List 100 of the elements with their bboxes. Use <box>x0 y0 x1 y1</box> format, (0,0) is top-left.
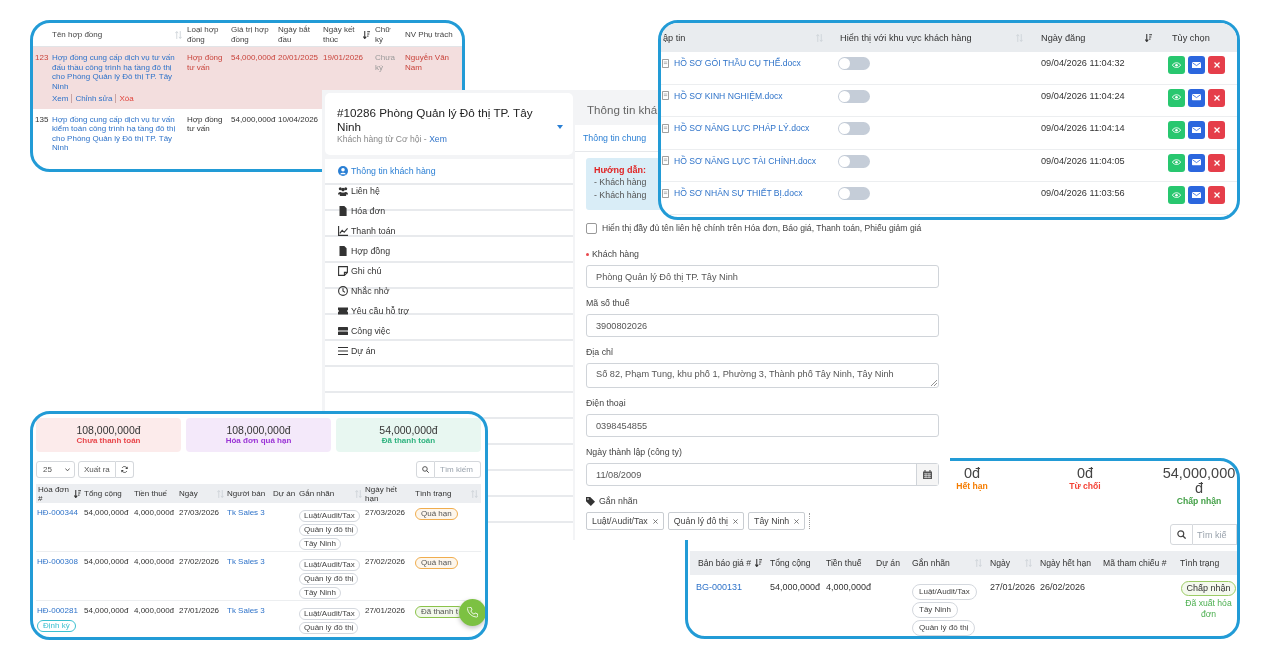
column-header: Ngày hết hạn <box>1040 558 1092 568</box>
status-badge: Quá hạn <box>415 557 458 569</box>
input-field[interactable]: Phòng Quản lý Đô thị TP. Tây Ninh <box>586 265 939 288</box>
textarea-field[interactable]: Số 82, Phạm Tung, khu phố 1, Phường 3, Thành phố Tây Ninh, Tây Ninh <box>586 363 939 388</box>
toggle-switch[interactable] <box>838 187 870 200</box>
sidebar-item[interactable]: Hợp đồng <box>325 245 391 257</box>
sort-icon[interactable] <box>74 489 81 498</box>
table-cell: 54,000,000đ <box>84 557 129 567</box>
search-field[interactable]: Tìm kiế <box>1193 524 1237 545</box>
sidebar-item[interactable]: Nhắc nhở <box>325 285 390 297</box>
search-button[interactable] <box>1170 524 1193 545</box>
contract-link[interactable]: Hợp đồng cung cấp dịch vụ tư vấn kiểm toán công trình hạ tầng đô thị cho Phòng Quản lý Đô thị TP. Tây Ninh <box>52 114 184 153</box>
sidebar-item[interactable]: Ghi chú <box>325 265 382 277</box>
column-header: Ngày bắt đầu <box>278 25 312 44</box>
column-header: Dự án <box>876 558 900 568</box>
email-button[interactable] <box>1188 121 1205 139</box>
email-button[interactable] <box>1188 153 1205 172</box>
column-header: Gắn nhãn <box>912 558 950 568</box>
seller-link[interactable]: Tk Sales 3 <box>227 508 265 518</box>
resize-handle-icon[interactable] <box>931 380 937 386</box>
date-field[interactable]: 11/08/2009 <box>586 463 939 486</box>
guide-title: Hướng dẫn: <box>594 164 646 176</box>
delete-button[interactable] <box>1208 56 1225 74</box>
checkbox-label: Hiển thị đầy đủ tên liên hệ chính trên Hóa đơn, Báo giá, Thanh toán, Phiếu giảm giá <box>602 223 922 233</box>
close-icon[interactable] <box>733 518 739 524</box>
toggle-switch[interactable] <box>838 122 870 135</box>
email-button[interactable] <box>1188 186 1205 204</box>
sidebar-item[interactable]: Liên hệ <box>325 185 380 197</box>
checkbox[interactable] <box>586 222 597 234</box>
email-button[interactable] <box>1188 56 1205 74</box>
file-link[interactable]: HỒ SƠ NĂNG LỰC PHÁP LÝ.docx <box>674 123 810 133</box>
column-header: Dự án <box>273 489 296 498</box>
action-link[interactable]: Xóa <box>119 94 134 104</box>
menu-lines-icon <box>338 346 348 356</box>
delete-button[interactable] <box>1208 88 1225 107</box>
quote-link[interactable]: BG-000131 <box>690 581 743 593</box>
toggle-switch[interactable] <box>838 154 870 168</box>
contract-link[interactable]: Hợp đồng cung cấp dịch vụ tư vấn đấu thầu công trình hạ tầng đô thị cho Phòng Quản lý Đô thị TP. Tây Ninh <box>52 53 184 91</box>
input-field[interactable]: 3900802026 <box>586 314 939 337</box>
status-badge: Quá hạn <box>415 508 458 520</box>
column-header: Loại hợp đồng <box>187 25 220 44</box>
file-link[interactable]: HỒ SƠ KINH NGHIỆM.docx <box>674 90 783 101</box>
sidebar-item[interactable]: Thanh toán <box>325 225 396 237</box>
file-link[interactable]: HỒ SƠ NHÂN SỰ THIẾT BỊ.docx <box>674 188 803 198</box>
file-link[interactable]: HỒ SƠ NĂNG LỰC TÀI CHÍNH.docx <box>674 155 817 166</box>
action-link[interactable]: Chỉnh sửa <box>75 94 113 104</box>
column-header: Ngày hết hạn <box>365 484 399 503</box>
invoice-link[interactable]: HĐ-000308 <box>37 557 78 567</box>
close-icon[interactable] <box>652 518 658 524</box>
table-cell-text: 20/01/2025 <box>278 53 320 63</box>
calendar-icon[interactable] <box>923 470 932 479</box>
field-label: Địa chỉ <box>586 346 613 358</box>
sidebar-item[interactable]: Dự án <box>325 345 376 357</box>
view-link[interactable]: Xem <box>429 134 447 144</box>
sidebar-item[interactable]: Công việc <box>325 325 391 337</box>
phone-button[interactable] <box>459 599 485 626</box>
toggle-switch[interactable] <box>838 57 870 70</box>
envelope-icon <box>1192 126 1201 134</box>
summary-label: Đã thanh toán <box>381 436 436 446</box>
email-button[interactable] <box>1188 88 1205 107</box>
delete-button[interactable] <box>1208 121 1225 139</box>
column-header: Mã tham chiếu # <box>1103 558 1167 568</box>
export-button[interactable]: Xuất ra <box>78 461 116 478</box>
invoice-link[interactable]: HĐ-000344 <box>37 508 78 518</box>
column-header: Hóa đơn # <box>38 484 71 503</box>
sidebar-item[interactable]: Yêu cầu hỗ trợ <box>325 305 410 317</box>
sidebar-item[interactable]: Thông tin khách hàng <box>325 165 436 177</box>
close-icon[interactable] <box>794 518 800 524</box>
page-size-select[interactable]: 25 <box>36 461 75 478</box>
sort-icon[interactable] <box>755 559 762 567</box>
table-cell-text: 19/01/2026 <box>323 53 365 63</box>
file-icon <box>662 123 669 133</box>
tab[interactable]: Thông tin chung <box>583 125 647 151</box>
seller-link[interactable]: Tk Sales 3 <box>227 606 265 616</box>
search-button[interactable] <box>416 461 435 478</box>
sidebar-item[interactable]: Hóa đơn <box>325 205 386 217</box>
toggle-switch[interactable] <box>838 89 870 103</box>
refresh-button[interactable] <box>115 461 134 478</box>
table-cell-text: 123 <box>35 53 50 63</box>
envelope-icon <box>1192 159 1201 166</box>
sort-icon[interactable] <box>363 30 370 39</box>
search-field[interactable]: Tìm kiếm <box>435 461 481 478</box>
caret-icon[interactable] <box>557 125 563 129</box>
file-link[interactable]: HỒ SƠ GÓI THẦU CỤ THỂ.docx <box>674 58 801 68</box>
sort-icon[interactable] <box>1145 33 1152 42</box>
tag-icon <box>586 496 595 506</box>
seller-link[interactable]: Tk Sales 3 <box>227 557 265 567</box>
tag[interactable]: Quản lý đô thị <box>667 512 745 530</box>
tag[interactable]: Tây Ninh <box>748 512 806 530</box>
delete-button[interactable] <box>1208 153 1225 172</box>
column-header: Tên hợp đồng <box>52 29 103 40</box>
column-header: Tình trạng <box>415 489 452 498</box>
tag[interactable]: Luật/Audit/Tax <box>586 512 664 530</box>
action-link[interactable]: Xem <box>52 94 69 104</box>
invoice-link[interactable]: HĐ-000281 <box>37 606 78 616</box>
delete-button[interactable] <box>1208 186 1225 204</box>
input-field[interactable]: 0398454855 <box>586 414 939 437</box>
view-button[interactable] <box>1168 88 1185 107</box>
table-cell: 27/03/2026 <box>179 508 220 518</box>
view-button[interactable] <box>1168 153 1185 172</box>
